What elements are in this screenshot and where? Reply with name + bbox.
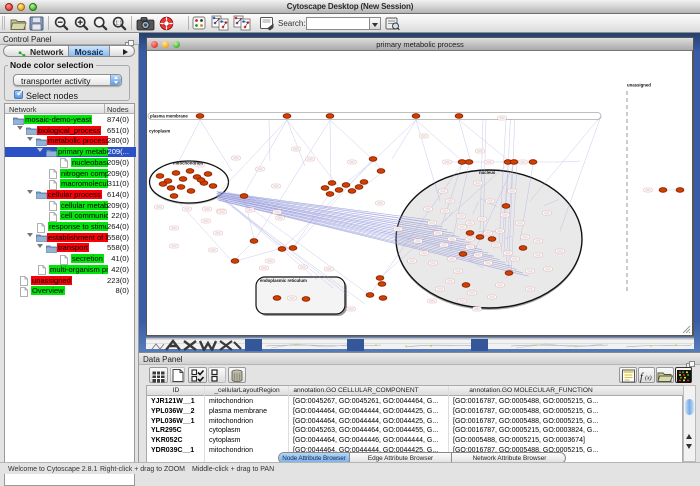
- svg-text:(x): (x): [645, 374, 652, 381]
- svg-text:cytoplasm: cytoplasm: [149, 129, 170, 134]
- svg-text:f: f: [640, 372, 644, 383]
- svg-text:plasma membrane: plasma membrane: [150, 114, 188, 119]
- svg-text:mitochondrion: mitochondrion: [173, 161, 203, 166]
- svg-text:1:1: 1:1: [115, 20, 122, 26]
- svg-text:endoplasmic reticulum: endoplasmic reticulum: [260, 278, 307, 283]
- svg-text:nucleus: nucleus: [479, 170, 496, 175]
- svg-text:unassigned: unassigned: [627, 83, 651, 88]
